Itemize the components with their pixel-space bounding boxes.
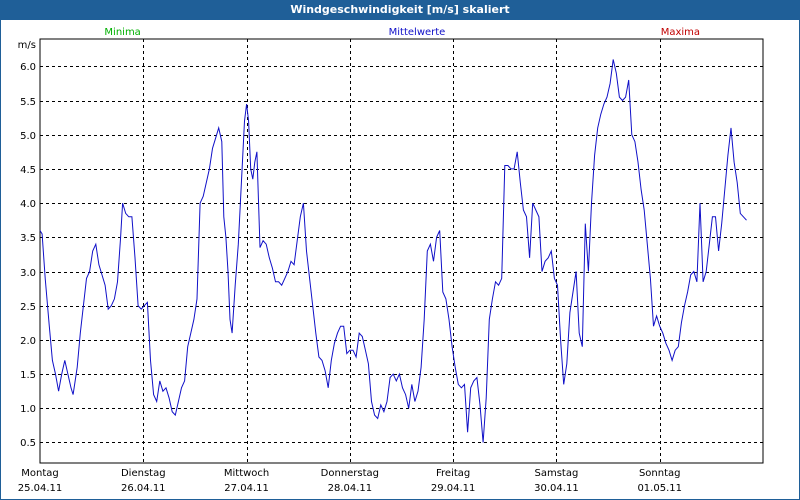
x-tick-date: 29.04.11 [431,483,476,494]
wind-speed-chart: 0.5 1.0 1.5 2.0 2.5 3.0 3.5 4.0 4.5 5.0 5.5 6.0 m/s M… [18,27,764,494]
x-tick-weekday: Freitag [436,468,470,479]
y-tick-label: 4.0 [20,199,36,210]
x-tick-weekday: Donnerstag [321,468,379,479]
y-tick-label: 3.5 [20,233,36,244]
x-tick-date: 01.05.11 [637,483,682,494]
y-tick-label: 0.5 [20,438,36,449]
y-tick-label: 1.5 [20,370,36,381]
x-tick-weekday: Sonntag [639,468,681,479]
chart-panel: 0.5 1.0 1.5 2.0 2.5 3.0 3.5 4.0 4.5 5.0 5.5 6.0 m/s M… [1,20,799,499]
y-tick-label: 5.0 [20,131,36,142]
y-tick-label: 3.0 [20,268,36,279]
x-tick-weekday: Dienstag [121,468,166,479]
y-tick-label: 4.5 [20,165,36,176]
legend-maxima: Maxima [661,27,700,38]
y-axis-label: m/s [18,40,36,51]
x-tick-date: 30.04.11 [534,483,579,494]
x-tick-weekday: Mittwoch [224,468,269,479]
chart-window: Windgeschwindigkeit [m/s] skaliert 0.5 1.… [0,0,800,500]
y-tick-label: 5.5 [20,97,36,108]
x-tick-date: 26.04.11 [121,483,166,494]
x-tick-weekday: Montag [21,468,58,479]
x-tick-date: 25.04.11 [18,483,63,494]
legend-minima: Minima [104,27,140,38]
y-tick-label: 2.5 [20,302,36,313]
y-tick-label: 1.0 [20,404,36,415]
x-tick-date: 27.04.11 [224,483,269,494]
chart-title: Windgeschwindigkeit [m/s] skaliert [290,3,510,16]
legend-mittelwerte: Mittelwerte [389,27,446,38]
x-tick-weekday: Samstag [535,468,579,479]
y-tick-label: 2.0 [20,336,36,347]
y-tick-label: 6.0 [20,62,36,73]
plot-area [39,38,764,464]
x-tick-date: 28.04.11 [328,483,373,494]
